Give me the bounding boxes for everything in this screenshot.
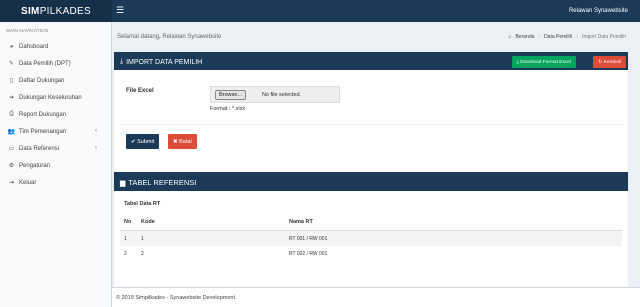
breadcrumb-data-pemilih[interactable]: Data Pemilih	[544, 34, 572, 40]
sidebar-item-label: Daftar Dukungan	[19, 77, 65, 84]
file-label: File Excel	[126, 88, 154, 94]
rt-table: No Kode Nama RT 1 1 RT 001 / RW 001 2 2 …	[120, 213, 622, 261]
app-logo[interactable]: SIM PILKADES	[0, 0, 112, 22]
breadcrumb-separator: ›	[576, 34, 579, 40]
table-row: 1 1 RT 001 / RW 001	[120, 231, 622, 246]
sidebar-item-daftar-dukungan[interactable]: ▯ Daftar Dukungan	[0, 72, 111, 89]
breadcrumb-active: Import Data Pemilih	[582, 34, 626, 40]
cell-kode: 1	[141, 235, 144, 242]
import-box-header: ⤓ IMPORT DATA PEMILIH ⤓ Download Format …	[114, 54, 628, 70]
sidebar-item-report-dukungan[interactable]: ⎙ Report Dukungan	[0, 106, 111, 123]
main-content: Selamat datang, Relawan Synawebsite ⌂ Be…	[112, 22, 640, 307]
cell-nama-rt: RT 001 / RW 001	[289, 235, 328, 242]
logout-icon: ⇥	[8, 180, 15, 186]
cell-kode: 2	[141, 250, 144, 257]
reference-box-title: TABEL REFERENSI	[128, 178, 197, 187]
download-format-label: Download Format Excel	[520, 59, 571, 65]
column-header-nama-rt: Nama RT	[289, 218, 313, 225]
chevron-left-icon: ‹	[95, 145, 97, 151]
hamburger-icon[interactable]: ☰	[116, 6, 124, 15]
chevron-left-icon: ‹	[95, 128, 97, 134]
column-header-no: No	[124, 218, 132, 225]
document-icon: ▯	[9, 78, 14, 84]
cell-no: 2	[124, 250, 127, 257]
home-icon: ⌂	[508, 34, 512, 40]
user-menu[interactable]: Relawan Synawebsite	[569, 8, 628, 14]
submit-label: Submit	[137, 138, 155, 145]
divider	[120, 124, 622, 125]
sidebar-item-label: Data Pemilih (DPT)	[19, 60, 71, 67]
sidebar-item-pengaturan[interactable]: ⚙ Pengaturan	[0, 157, 111, 174]
download-format-button[interactable]: ⤓ Download Format Excel	[511, 56, 576, 68]
sidebar-item-data-referensi[interactable]: ▭ Data Referensi ‹	[0, 140, 111, 157]
top-navbar: SIM PILKADES ☰ Relawan Synawebsite	[0, 0, 640, 22]
sign-in-icon: ➜	[8, 95, 15, 101]
cancel-label: Batal	[179, 138, 192, 145]
download-icon: ⤓	[120, 58, 124, 65]
reference-box: ▆ TABEL REFERENSI Tabel Data RT No Kode …	[114, 172, 628, 292]
sidebar-item-label: Tim Pemenangan	[19, 128, 67, 135]
file-input[interactable]: Browse... No file selected.	[210, 86, 340, 103]
sidebar-item-label: Pengaturan	[19, 162, 51, 169]
sidebar-item-dashboard[interactable]: ◕ Dahsboard	[0, 38, 111, 55]
sidebar: MAIN NAVIGATION ◕ Dahsboard ✎ Data Pemil…	[0, 22, 112, 307]
sidebar-item-label: Data Referensi	[19, 145, 60, 152]
no-file-text: No file selected.	[261, 91, 302, 98]
footer: © 2019 Simpilkades - Synawebsite Develop…	[112, 287, 640, 307]
sidebar-item-keluar[interactable]: ⇥ Keluar	[0, 174, 111, 191]
logo-light-text: PILKADES	[39, 5, 91, 17]
folder-icon: ▭	[8, 146, 15, 152]
edit-icon: ✎	[8, 61, 15, 67]
cell-nama-rt: RT 002 / RW 001	[289, 250, 328, 257]
sidebar-header: MAIN NAVIGATION	[6, 29, 49, 34]
column-header-kode: Kode	[141, 218, 155, 225]
back-label: Kembali	[603, 59, 621, 65]
breadcrumb: ⌂ Beranda › Data Pemilih › Import Data P…	[508, 34, 626, 40]
dashboard-icon: ◕	[9, 43, 14, 50]
breadcrumb-separator: ›	[538, 34, 541, 40]
submit-button[interactable]: ✔ Submit	[126, 134, 160, 149]
sidebar-item-tim-pemenangan[interactable]: 👥 Tim Pemenangan ‹	[0, 123, 111, 140]
print-icon: ⎙	[9, 111, 14, 117]
sidebar-item-dukungan-keseluruhan[interactable]: ➜ Dukungan Keseluruhan	[0, 89, 111, 106]
logo-bold-text: SIM	[21, 5, 40, 17]
greeting-text: Selamat datang, Relawan Synawebsite	[117, 34, 222, 40]
table-header-row: No Kode Nama RT	[120, 213, 622, 231]
cell-no: 1	[124, 235, 127, 242]
sidebar-item-label: Dahsboard	[19, 43, 49, 50]
file-icon: ▆	[120, 179, 126, 187]
reference-box-header: ▆ TABEL REFERENSI	[114, 174, 628, 191]
sidebar-item-label: Dukungan Keseluruhan	[19, 94, 82, 101]
format-hint: Format : *.xlsx	[210, 106, 246, 112]
import-box: ⤓ IMPORT DATA PEMILIH ⤓ Download Format …	[114, 52, 628, 176]
back-button[interactable]: ↻ Kembali	[593, 56, 626, 68]
table-row: 2 2 RT 002 / RW 001	[120, 246, 622, 261]
breadcrumb-home[interactable]: Beranda	[515, 34, 534, 40]
sidebar-item-label: Keluar	[19, 179, 37, 186]
sidebar-item-label: Report Dukungan	[19, 111, 67, 118]
browse-button[interactable]: Browse...	[215, 89, 246, 100]
sidebar-item-data-pemilih[interactable]: ✎ Data Pemilih (DPT)	[0, 55, 111, 72]
cancel-button[interactable]: ✖ Batal	[168, 134, 197, 149]
table-title: Tabel Data RT	[124, 201, 161, 207]
gear-icon: ⚙	[8, 163, 15, 169]
import-box-title: IMPORT DATA PEMILIH	[126, 58, 203, 66]
users-icon: 👥	[7, 129, 16, 135]
